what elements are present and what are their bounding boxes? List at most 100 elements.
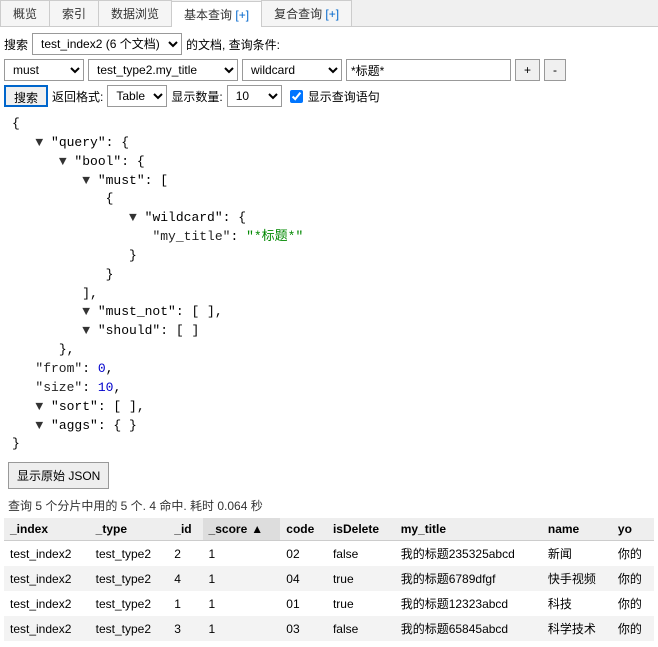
collapse-icon[interactable]: ▼ — [35, 399, 51, 414]
table-row[interactable]: test_index2test_type22102false我的标题235325… — [4, 541, 654, 567]
json-line: { — [12, 190, 646, 209]
cell: 你的 — [612, 591, 654, 616]
status-line: 查询 5 个分片中用的 5 个. 4 命中. 耗时 0.064 秒 — [4, 493, 654, 518]
cell: 我的标题6789dfgf — [395, 566, 542, 591]
json-line: "size": 10, — [12, 379, 646, 398]
remove-condition-button[interactable]: - — [544, 59, 566, 81]
plus-icon: [+] — [232, 8, 249, 22]
collapse-icon[interactable]: ▼ — [82, 304, 98, 319]
cell: 1 — [203, 591, 281, 616]
json-line: } — [12, 266, 646, 285]
tab-label: 索引 — [62, 7, 86, 21]
json-line: ▼ "bool": { — [12, 153, 646, 172]
show-raw-json-button[interactable]: 显示原始 JSON — [8, 462, 109, 489]
collapse-icon[interactable]: ▼ — [129, 210, 145, 225]
table-body: test_index2test_type22102false我的标题235325… — [4, 541, 654, 642]
cell: 4 — [168, 566, 202, 591]
show-count-select[interactable]: 10 — [227, 85, 282, 107]
tab-4[interactable]: 复合查询 [+] — [261, 0, 352, 26]
collapse-icon[interactable]: ▼ — [82, 173, 98, 188]
cell: true — [327, 566, 395, 591]
cell: 03 — [280, 616, 327, 641]
table-row[interactable]: test_index2test_type23103false我的标题65845a… — [4, 616, 654, 641]
cell: false — [327, 616, 395, 641]
cell: 科学技术 — [542, 616, 612, 641]
match-type-select[interactable]: wildcard — [242, 59, 342, 81]
json-line: ▼ "query": { — [12, 134, 646, 153]
collapse-icon[interactable]: ▼ — [35, 418, 51, 433]
field-select[interactable]: test_type2.my_title — [88, 59, 238, 81]
search-button[interactable]: 搜索 — [4, 85, 48, 107]
sort-asc-icon: ▲ — [251, 522, 263, 536]
search-suffix: 的文档, 查询条件: — [186, 36, 280, 53]
query-json-view: { ▼ "query": { ▼ "bool": { ▼ "must": [ {… — [4, 111, 654, 458]
tab-label: 数据浏览 — [111, 7, 159, 21]
cell: 1 — [203, 541, 281, 567]
show-query-label-text: 显示查询语句 — [308, 88, 380, 105]
cell: 新闻 — [542, 541, 612, 567]
show-query-checkbox[interactable] — [290, 90, 303, 103]
plus-icon: [+] — [322, 7, 339, 21]
json-line: "from": 0, — [12, 360, 646, 379]
json-line: ▼ "wildcard": { — [12, 209, 646, 228]
cell: 01 — [280, 591, 327, 616]
json-line: }, — [12, 341, 646, 360]
cell: 快手视频 — [542, 566, 612, 591]
search-row-1: 搜索 test_index2 (6 个文档) 的文档, 查询条件: — [4, 33, 654, 55]
show-count-label: 显示数量: — [171, 88, 222, 105]
col-header-_id[interactable]: _id — [168, 518, 202, 541]
cell: test_index2 — [4, 591, 90, 616]
col-header-_type[interactable]: _type — [90, 518, 169, 541]
cell: test_type2 — [90, 616, 169, 641]
json-line: ▼ "must_not": [ ], — [12, 303, 646, 322]
table-row[interactable]: test_index2test_type24104true我的标题6789dfg… — [4, 566, 654, 591]
bool-op-select[interactable]: must — [4, 59, 84, 81]
col-header-isDelete[interactable]: isDelete — [327, 518, 395, 541]
collapse-icon[interactable]: ▼ — [82, 323, 98, 338]
cell: test_type2 — [90, 541, 169, 567]
cell: 1 — [203, 616, 281, 641]
collapse-icon[interactable]: ▼ — [59, 154, 75, 169]
return-format-select[interactable]: Table — [107, 85, 167, 107]
cell: 04 — [280, 566, 327, 591]
tab-3[interactable]: 基本查询 [+] — [171, 1, 262, 27]
cell: true — [327, 591, 395, 616]
cell: 1 — [168, 591, 202, 616]
cell: test_type2 — [90, 591, 169, 616]
cell: test_index2 — [4, 616, 90, 641]
cell: 3 — [168, 616, 202, 641]
query-value-input[interactable] — [346, 59, 511, 81]
tab-label: 复合查询 — [274, 7, 322, 21]
col-header-_index[interactable]: _index — [4, 518, 90, 541]
cell: 2 — [168, 541, 202, 567]
json-line: ▼ "sort": [ ], — [12, 398, 646, 417]
tab-2[interactable]: 数据浏览 — [98, 0, 172, 26]
table-row[interactable]: test_index2test_type21101true我的标题12323ab… — [4, 591, 654, 616]
tab-label: 基本查询 — [184, 8, 232, 22]
cell: 你的 — [612, 616, 654, 641]
col-header-code[interactable]: code — [280, 518, 327, 541]
json-line: ▼ "should": [ ] — [12, 322, 646, 341]
cell: test_index2 — [4, 541, 90, 567]
cell: 02 — [280, 541, 327, 567]
cell: 我的标题12323abcd — [395, 591, 542, 616]
cell: 我的标题65845abcd — [395, 616, 542, 641]
tab-0[interactable]: 概览 — [0, 0, 50, 26]
json-line: } — [12, 247, 646, 266]
col-header-name[interactable]: name — [542, 518, 612, 541]
index-select[interactable]: test_index2 (6 个文档) — [32, 33, 182, 55]
collapse-icon[interactable]: ▼ — [35, 135, 51, 150]
col-header-yo[interactable]: yo — [612, 518, 654, 541]
search-prefix: 搜索 — [4, 36, 28, 53]
table-header: _index_type_id_score▲codeisDeletemy_titl… — [4, 518, 654, 541]
col-header-my_title[interactable]: my_title — [395, 518, 542, 541]
show-query-checkbox-label[interactable]: 显示查询语句 — [286, 87, 380, 106]
add-condition-button[interactable]: + — [515, 59, 540, 81]
results-table: _index_type_id_score▲codeisDeletemy_titl… — [4, 518, 654, 641]
col-header-_score[interactable]: _score▲ — [203, 518, 281, 541]
cell: 你的 — [612, 566, 654, 591]
query-panel: 搜索 test_index2 (6 个文档) 的文档, 查询条件: must t… — [0, 27, 658, 647]
cell: test_type2 — [90, 566, 169, 591]
cell: 你的 — [612, 541, 654, 567]
tab-1[interactable]: 索引 — [49, 0, 99, 26]
